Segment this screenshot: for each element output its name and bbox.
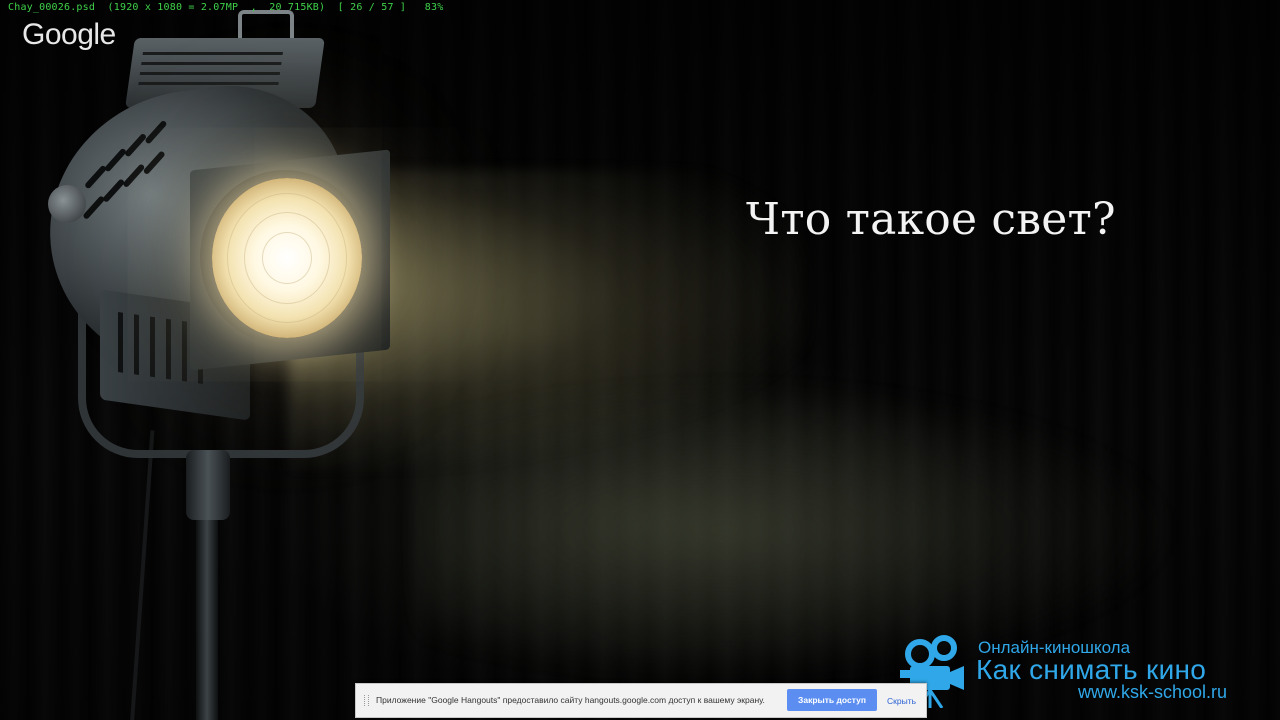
screen-share-stage: Chay_00026.psd (1920 x 1080 = 2.07MP , 2… xyxy=(0,0,1280,720)
tilt-knob xyxy=(48,185,86,223)
power-cable xyxy=(129,430,155,720)
screen-share-notification-bar: Приложение "Google Hangouts" предоставил… xyxy=(355,683,927,718)
stand-pole xyxy=(196,510,218,720)
google-logo: Google xyxy=(22,18,116,51)
spotlight-image xyxy=(31,10,400,720)
school-url: www.ksk-school.ru xyxy=(1078,682,1228,702)
lamp-lens xyxy=(212,178,362,338)
drag-handle[interactable] xyxy=(364,695,369,706)
stop-sharing-button[interactable]: Закрыть доступ xyxy=(787,689,877,711)
school-logo: Онлайн-киношкола Как снимать кино www.ks… xyxy=(896,630,1256,712)
share-message: Приложение "Google Hangouts" предоставил… xyxy=(376,695,765,705)
stand-joint xyxy=(186,450,230,520)
hide-link[interactable]: Скрыть xyxy=(887,696,916,706)
slide-title: Что такое свет? xyxy=(746,194,1116,245)
image-info-overlay: Chay_00026.psd (1920 x 1080 = 2.07MP , 2… xyxy=(8,2,444,13)
